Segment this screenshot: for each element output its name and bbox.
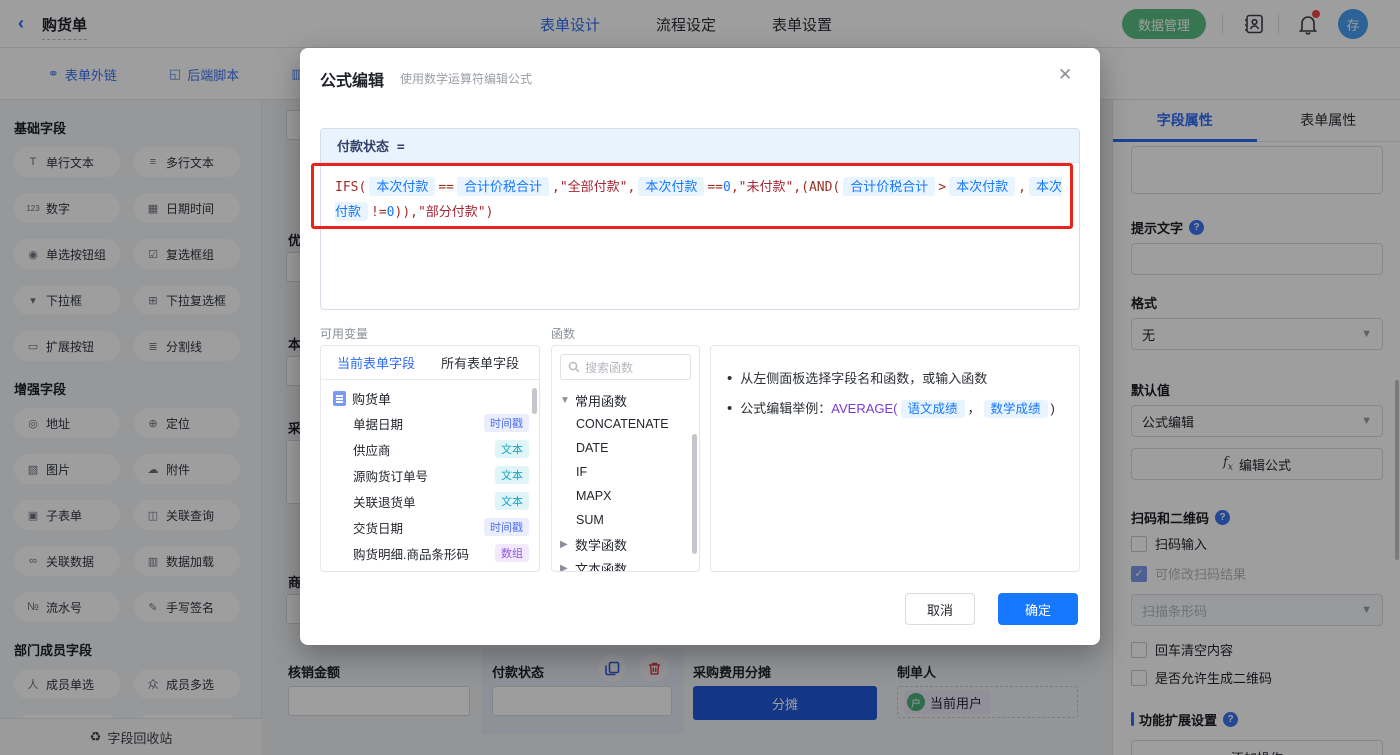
formula-token: AND( — [808, 180, 841, 195]
variable-row[interactable]: 购货明细.商品条形码 数组 — [321, 540, 539, 566]
variable-row[interactable]: 供应商 文本 — [321, 436, 539, 462]
help-tip-2: • 公式编辑举例：AVERAGE(语文成绩，数学成绩) — [727, 400, 1055, 418]
example-field-chip: 数学成绩 — [983, 400, 1048, 418]
function-group-文本函数[interactable]: ▶ 文本函数 — [552, 556, 699, 572]
scrollbar-thumb[interactable] — [692, 434, 697, 554]
type-badge: 文本 — [495, 492, 529, 510]
search-placeholder: 搜索函数 — [585, 360, 634, 375]
formula-token: IFS( — [335, 180, 367, 195]
modal-title: 公式编辑 — [320, 73, 385, 90]
function-item-SUM[interactable]: SUM — [552, 508, 699, 532]
example-field-chip: 语文成绩 — [900, 400, 965, 418]
formula-field-chip[interactable]: 本次付款 — [949, 177, 1016, 196]
formula-token: ) — [485, 205, 494, 220]
formula-token: , — [552, 180, 560, 195]
funcs-caption: 函数 — [551, 327, 576, 341]
formula-token: , — [1018, 180, 1026, 195]
formula-token: "未付款" — [738, 180, 794, 195]
function-item-IF[interactable]: IF — [552, 460, 699, 484]
chevron-right-icon: ▶ — [560, 538, 568, 550]
close-icon[interactable]: ✕ — [1058, 65, 1072, 85]
formula-token: , — [730, 180, 739, 195]
document-icon — [333, 391, 346, 406]
formula-token: )) — [394, 205, 411, 220]
modal-subtitle: 使用数学运算符编辑公式 — [400, 72, 533, 86]
variable-row[interactable]: 关联退货单 文本 — [321, 488, 539, 514]
formula-token: != — [371, 205, 387, 220]
formula-field-chip[interactable]: 合计价税合计 — [843, 177, 936, 196]
formula-field-chip[interactable]: 本次付款 — [369, 177, 436, 196]
formula-token: == — [438, 180, 454, 195]
formula-expression[interactable]: IFS(本次付款 == 合计价税合计 ,"全部付款", 本次付款 ==0,"未付款",(A… — [321, 163, 1079, 237]
formula-token: 0 — [386, 205, 395, 220]
variable-row[interactable]: 交货日期 时间戳 — [321, 514, 539, 540]
scrollbar-thumb[interactable] — [532, 388, 537, 414]
formula-token: == — [707, 180, 723, 195]
variable-row[interactable]: 源购货订单号 文本 — [321, 462, 539, 488]
function-group-数学函数[interactable]: ▶ 数学函数 — [552, 532, 699, 556]
tab-all-form-fields[interactable]: 所有表单字段 — [441, 353, 519, 372]
type-badge: 文本 — [495, 440, 529, 458]
formula-field-chip[interactable]: 合计价税合计 — [456, 177, 549, 196]
confirm-button[interactable]: 确定 — [998, 593, 1078, 625]
formula-edit-modal: 公式编辑 使用数学运算符编辑公式 ✕ 付款状态 = IFS(本次付款 == 合计价税… — [300, 48, 1100, 645]
formula-token: , — [410, 205, 418, 220]
tab-current-form-fields[interactable]: 当前表单字段 — [337, 353, 415, 372]
function-item-MAPX[interactable]: MAPX — [552, 484, 699, 508]
help-tip-1: • 从左侧面板选择字段名和函数，或输入函数 — [727, 370, 988, 387]
function-search-input[interactable]: 搜索函数 — [560, 354, 691, 380]
type-badge: 时间戳 — [484, 518, 529, 536]
type-badge: 文本 — [495, 466, 529, 484]
type-badge: 时间戳 — [484, 414, 529, 432]
function-item-CONCATENATE[interactable]: CONCATENATE — [552, 412, 699, 436]
cancel-button[interactable]: 取消 — [905, 593, 975, 625]
form-tree-root[interactable]: 购货单 — [321, 380, 539, 410]
function-item-DATE[interactable]: DATE — [552, 436, 699, 460]
formula-field-chip[interactable]: 本次付款 — [638, 177, 705, 196]
formula-token: , — [627, 180, 636, 195]
formula-token: "部分付款" — [417, 205, 486, 220]
variable-row[interactable]: 单据日期 时间戳 — [321, 410, 539, 436]
type-badge: 数组 — [495, 544, 529, 562]
vars-caption: 可用变量 — [320, 327, 369, 341]
formula-editor[interactable]: 付款状态 = IFS(本次付款 == 合计价税合计 ,"全部付款", 本次付款 ==0,"… — [320, 128, 1080, 310]
formula-token: 0 — [722, 180, 731, 195]
search-icon — [568, 361, 580, 373]
chevron-down-icon: ▼ — [560, 394, 570, 406]
variables-panel: 当前表单字段 所有表单字段 购货单 单据日期 时间戳 供应商 文本 源购货订单号 文本 关联… — [320, 345, 540, 572]
functions-panel: 搜索函数 ▼ 常用函数 CONCATENATE DATE IF MAPX SUM ▶ 数学函数 ▶… — [551, 345, 700, 572]
formula-target-field: 付款状态 = — [321, 129, 1079, 163]
formula-token: ,( — [793, 180, 809, 195]
formula-help-panel: • 从左侧面板选择字段名和函数，或输入函数 • 公式编辑举例：AVERAGE(语文… — [710, 345, 1080, 572]
formula-token: "全部付款" — [559, 180, 628, 195]
variables-tabs: 当前表单字段 所有表单字段 — [321, 346, 539, 380]
chevron-right-icon: ▶ — [560, 562, 568, 572]
function-group-常用函数[interactable]: ▼ 常用函数 — [552, 388, 699, 412]
formula-token: > — [938, 180, 947, 195]
